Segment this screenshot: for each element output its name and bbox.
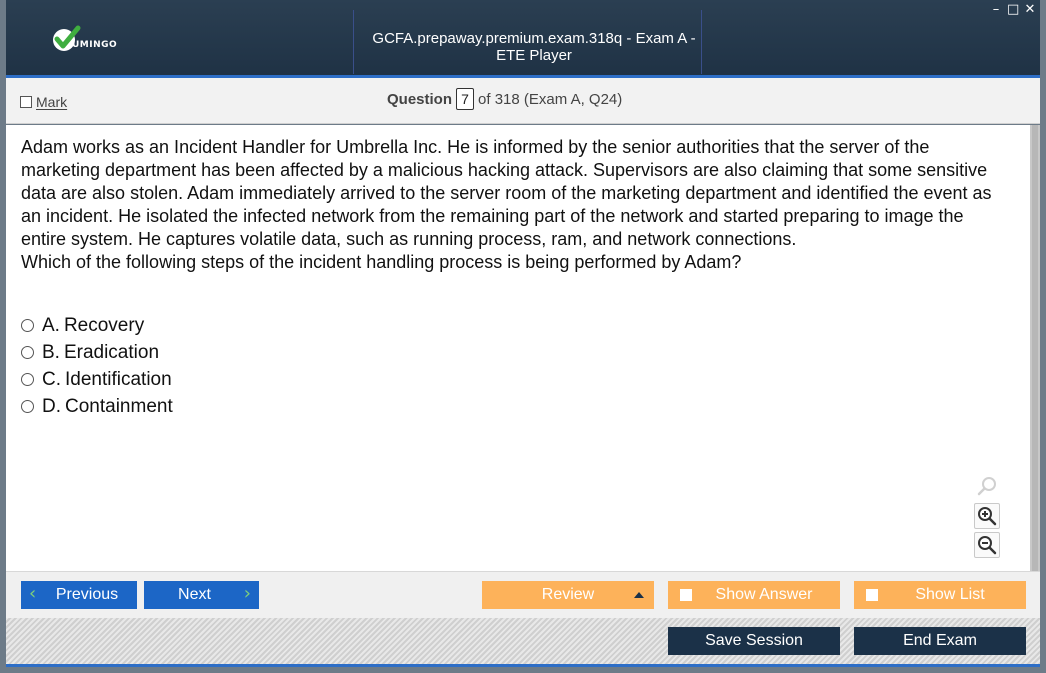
end-exam-label: End Exam [903, 632, 977, 649]
option-letter: D. [42, 395, 61, 417]
show-answer-button[interactable]: Show Answer [668, 581, 840, 609]
title-bar: UMINGO GCFA.prepaway.premium.exam.318q -… [6, 0, 1040, 75]
answer-option-a[interactable]: A. Recovery [21, 312, 173, 339]
navigation-bar: ‹ Previous Next › Review Show Answer Sho… [6, 571, 1040, 618]
next-label: Next [178, 586, 211, 603]
option-letter: C. [42, 368, 61, 390]
answer-options: A. Recovery B. Eradication C. Identifica… [21, 312, 173, 420]
minimize-icon[interactable]: – [990, 3, 1002, 16]
end-exam-button[interactable]: End Exam [854, 627, 1026, 655]
mark-checkbox-box[interactable] [20, 96, 32, 108]
maximize-icon[interactable]: □ [1007, 3, 1019, 16]
review-button[interactable]: Review [482, 581, 654, 609]
answer-option-d[interactable]: D. Containment [21, 393, 173, 420]
chevron-left-icon: ‹ [29, 583, 37, 604]
option-text: Identification [65, 368, 172, 390]
search-icon[interactable] [974, 473, 1000, 499]
radio-button[interactable] [21, 346, 34, 359]
zoom-in-icon[interactable] [974, 503, 1000, 529]
footer-accent-line [6, 664, 1040, 667]
question-indicator: Question 7 of 318 (Exam A, Q24) [387, 88, 622, 110]
option-text: Containment [65, 395, 173, 417]
save-session-label: Save Session [705, 632, 803, 649]
radio-button[interactable] [21, 373, 34, 386]
option-text: Recovery [63, 314, 145, 336]
vertical-scrollbar[interactable] [1030, 125, 1040, 571]
previous-button[interactable]: ‹ Previous [21, 581, 137, 609]
window-title: GCFA.prepaway.premium.exam.318q - Exam A… [372, 30, 696, 64]
logo-text: UMINGO [72, 40, 118, 50]
save-session-button[interactable]: Save Session [668, 627, 840, 655]
app-window: UMINGO GCFA.prepaway.premium.exam.318q -… [0, 0, 1046, 673]
radio-button[interactable] [21, 319, 34, 332]
chevron-right-icon: › [243, 583, 251, 604]
option-letter: A. [42, 314, 60, 336]
window-controls: – □ ✕ [990, 3, 1036, 16]
close-icon[interactable]: ✕ [1024, 3, 1036, 16]
question-prompt: Which of the following steps of the inci… [21, 252, 742, 272]
question-stem: Adam works as an Incident Handler for Um… [21, 136, 1011, 274]
option-text: Eradication [63, 341, 160, 363]
title-separator [353, 10, 354, 74]
next-button[interactable]: Next › [144, 581, 259, 609]
show-answer-label: Show Answer [715, 586, 813, 603]
question-number-input[interactable]: 7 [456, 88, 475, 110]
previous-label: Previous [55, 586, 119, 603]
question-content: Adam works as an Incident Handler for Um… [6, 125, 1030, 571]
mark-label: Mark [36, 94, 68, 110]
question-scenario: Adam works as an Incident Handler for Um… [21, 137, 992, 249]
footer-bar: Save Session End Exam [6, 618, 1040, 664]
question-total: of 318 (Exam A, Q24) [478, 90, 623, 108]
show-list-label: Show List [915, 586, 985, 603]
answer-option-b[interactable]: B. Eradication [21, 339, 173, 366]
question-label: Question [387, 90, 453, 108]
show-list-button[interactable]: Show List [854, 581, 1026, 609]
mark-checkbox[interactable]: Mark [20, 94, 67, 110]
question-bar: Mark Question 7 of 318 (Exam A, Q24) [6, 78, 1040, 124]
show-list-checkbox[interactable] [866, 589, 878, 601]
answer-option-c[interactable]: C. Identification [21, 366, 173, 393]
show-answer-checkbox[interactable] [680, 589, 692, 601]
scrollbar-thumb[interactable] [1032, 125, 1038, 571]
vumingo-logo-icon [53, 25, 81, 51]
review-label: Review [541, 586, 595, 603]
triangle-up-icon [634, 592, 644, 598]
zoom-out-icon[interactable] [974, 532, 1000, 558]
option-letter: B. [42, 341, 60, 363]
radio-button[interactable] [21, 400, 34, 413]
